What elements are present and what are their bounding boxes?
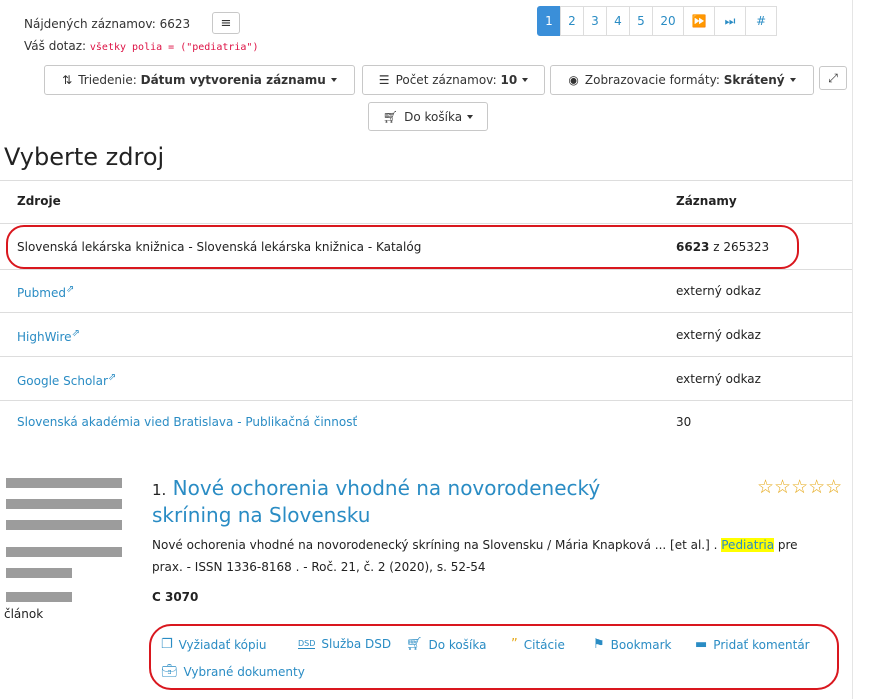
display-format-dropdown[interactable]: ◉ Zobrazovacie formáty: Skrátený: [550, 65, 814, 95]
copy-icon: ❐: [161, 637, 173, 652]
result-source: prax. - ISSN 1336-8168 . - Roč. 21, č. 2…: [152, 560, 486, 574]
divider: [0, 312, 852, 313]
rating-stars-icon[interactable]: ☆☆☆☆☆: [757, 476, 842, 498]
source-row-google-scholar[interactable]: Google Scholar⇗: [17, 372, 116, 388]
query-highlight[interactable]: Pediatria: [721, 538, 775, 552]
shelf-signature: C 3070: [152, 590, 199, 604]
bookmark-button[interactable]: ⚑ Bookmark: [593, 637, 671, 652]
expand-icon: ⤢: [828, 70, 838, 85]
pagination: 1 2 3 4 5 20 ⏩ ⏭ #: [537, 6, 777, 36]
page-2[interactable]: 2: [560, 6, 584, 36]
page-1[interactable]: 1: [537, 6, 561, 36]
page-4[interactable]: 4: [606, 6, 630, 36]
briefcase-icon: 💼︎: [161, 664, 178, 679]
divider: [0, 400, 852, 401]
col-header-records: Záznamy: [676, 194, 737, 208]
page-size-dropdown[interactable]: ☰ Počet záznamov: 10: [362, 65, 545, 95]
external-link-icon: ⇗: [65, 284, 75, 295]
dsd-icon: DSD: [298, 639, 316, 649]
cart-icon: 🛒︎: [406, 637, 423, 652]
dsd-service-button[interactable]: DSD Služba DSD: [298, 637, 391, 651]
query-value: všetky polia = ("pediatria"): [89, 42, 259, 53]
page-20[interactable]: 20: [652, 6, 684, 36]
result-number: 1.: [152, 481, 167, 499]
sort-dropdown[interactable]: ⇅ Triedenie: Dátum vytvorenia záznamu: [44, 65, 355, 95]
records-catalog: 6623 z 265323: [676, 240, 770, 254]
expand-button[interactable]: ⤢: [819, 66, 847, 90]
records-google-scholar: externý odkaz: [676, 372, 761, 386]
cart-icon: 🛒︎: [382, 109, 399, 124]
goto-page-button[interactable]: #: [745, 6, 777, 36]
page-5[interactable]: 5: [629, 6, 653, 36]
add-to-cart-button[interactable]: 🛒︎ Do košíka: [406, 637, 486, 652]
comment-icon: ▬: [695, 637, 708, 652]
section-heading: Vyberte zdroj: [4, 143, 165, 171]
query: Váš dotaz: všetky polia = ("pediatria"): [24, 39, 259, 53]
col-header-sources: Zdroje: [17, 194, 61, 208]
add-to-cart-dropdown[interactable]: 🛒︎ Do košíka: [368, 102, 488, 131]
records-pubmed: externý odkaz: [676, 284, 761, 298]
page-edge: [852, 0, 853, 699]
result-description: Nové ochorenia vhodné na novorodenecký s…: [152, 538, 798, 552]
source-row-catalog[interactable]: Slovenská lekárska knižnica - Slovenská …: [17, 240, 421, 254]
page-3[interactable]: 3: [583, 6, 607, 36]
source-row-sav[interactable]: Slovenská akadémia vied Bratislava - Pub…: [17, 415, 357, 429]
divider: [0, 356, 852, 357]
eye-icon: ◉: [568, 73, 579, 87]
rss-icon: ≡: [220, 15, 232, 31]
source-row-highwire[interactable]: HighWire⇗: [17, 328, 80, 344]
request-copy-button[interactable]: ❐ Vyžiadať kópiu: [161, 637, 267, 652]
divider: [0, 269, 852, 270]
add-comment-button[interactable]: ▬ Pridať komentár: [695, 637, 810, 652]
document-type: článok: [4, 607, 44, 621]
rss-button[interactable]: ≡: [212, 12, 240, 34]
results-count: Nájdených záznamov: 6623: [24, 17, 191, 31]
annotation-oval: [149, 624, 839, 690]
sort-icon: ⇅: [62, 73, 73, 87]
records-highwire: externý odkaz: [676, 328, 761, 342]
external-link-icon: ⇗: [107, 372, 117, 383]
citations-button[interactable]: ” Citácie: [511, 637, 565, 652]
divider: [0, 180, 852, 181]
bookmark-icon: ⚑: [593, 637, 605, 652]
divider: [0, 223, 852, 224]
selected-documents-button[interactable]: 💼︎ Vybrané dokumenty: [161, 664, 305, 679]
source-row-pubmed[interactable]: Pubmed⇗: [17, 284, 74, 300]
external-link-icon: ⇗: [71, 328, 80, 339]
list-icon: ☰: [378, 73, 390, 87]
quote-icon: ”: [511, 637, 518, 652]
next-pages-icon[interactable]: ⏩: [683, 6, 715, 36]
records-sav: 30: [676, 415, 692, 429]
result-title[interactable]: 1. Nové ochorenia vhodné na novorodeneck…: [152, 476, 600, 528]
last-page-icon[interactable]: ⏭: [714, 6, 746, 36]
